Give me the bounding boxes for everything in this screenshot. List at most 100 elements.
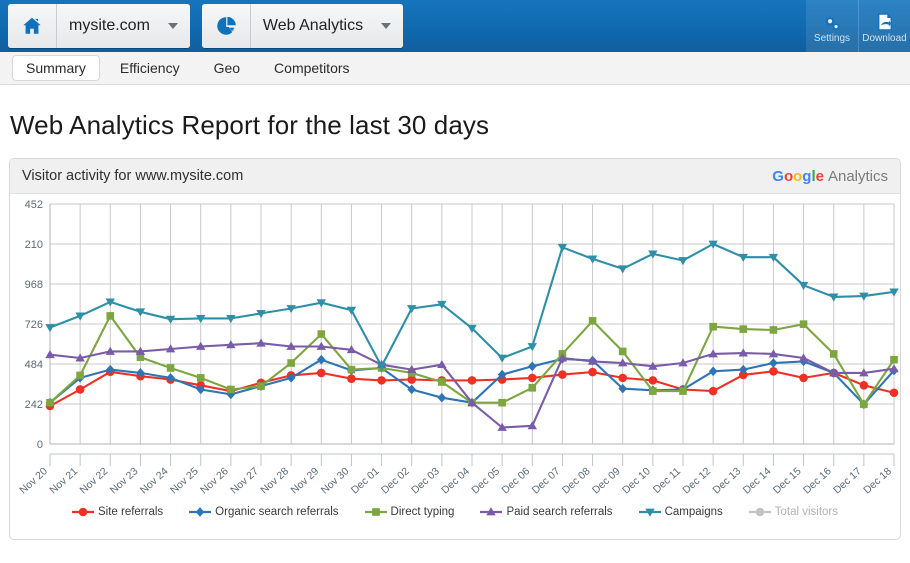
legend-item[interactable]: Total visitors xyxy=(748,506,838,518)
data-point[interactable] xyxy=(316,354,326,365)
tab-competitors[interactable]: Competitors xyxy=(260,55,363,81)
x-axis-tick-label: Dec 07 xyxy=(530,465,563,496)
data-point[interactable] xyxy=(709,322,717,331)
data-point[interactable] xyxy=(166,364,175,372)
app-name-label: Web Analytics xyxy=(250,4,374,48)
tab-geo[interactable]: Geo xyxy=(200,55,254,81)
data-point[interactable] xyxy=(678,257,688,266)
legend-label: Site referrals xyxy=(97,506,164,518)
data-point[interactable] xyxy=(739,325,748,333)
app-selector-chevron-down-icon[interactable] xyxy=(373,4,404,48)
data-point[interactable] xyxy=(106,312,115,320)
download-label: Download xyxy=(862,33,907,44)
x-axis-tick-label: Nov 25 xyxy=(168,465,201,496)
legend-item[interactable]: Direct typing xyxy=(364,506,454,518)
app-selector-chip[interactable]: Web Analytics xyxy=(201,4,404,48)
data-point[interactable] xyxy=(377,376,386,385)
data-point[interactable] xyxy=(467,376,477,385)
site-selector-chip[interactable]: mysite.com xyxy=(8,4,190,48)
logo-letter-e: e xyxy=(815,167,824,185)
x-axis-tick-label: Dec 06 xyxy=(500,465,533,496)
data-point[interactable] xyxy=(829,350,838,358)
logo-suffix: Analytics xyxy=(827,167,888,185)
y-axis-tick-label: 242 xyxy=(25,399,43,411)
data-point[interactable] xyxy=(287,359,295,367)
x-axis-tick-label: Nov 21 xyxy=(47,465,80,496)
data-point[interactable] xyxy=(890,355,898,364)
data-point[interactable] xyxy=(407,305,417,314)
x-axis-tick-label: Nov 24 xyxy=(138,465,171,496)
data-point[interactable] xyxy=(196,374,205,382)
data-point[interactable] xyxy=(799,320,808,328)
legend-item[interactable]: Organic search referrals xyxy=(189,506,339,518)
data-point[interactable] xyxy=(618,347,627,356)
data-point[interactable] xyxy=(438,378,446,386)
legend-item[interactable]: Campaigns xyxy=(638,506,723,518)
data-point[interactable] xyxy=(769,358,778,368)
x-axis-tick-label: Nov 28 xyxy=(258,465,291,496)
data-point[interactable] xyxy=(527,373,537,383)
data-point[interactable] xyxy=(860,400,868,409)
logo-letter-g1: G xyxy=(772,167,784,185)
y-axis-tick-label: 452 xyxy=(25,199,43,211)
chart-legend: Site referrals Organic search referrals Di… xyxy=(10,504,900,518)
data-point[interactable] xyxy=(346,306,357,315)
site-selector-chevron-down-icon[interactable] xyxy=(159,4,190,48)
data-point[interactable] xyxy=(859,381,869,390)
data-point[interactable] xyxy=(527,361,537,372)
legend-label: Paid search referrals xyxy=(506,506,613,518)
data-point[interactable] xyxy=(75,385,85,394)
gears-icon xyxy=(825,16,840,31)
plot-area: 452 210 968 726 484 242 0 Nov 20 Nov 21 Nov 22 Nov… xyxy=(10,194,900,504)
download-button[interactable]: Download xyxy=(858,0,910,52)
data-point[interactable] xyxy=(316,368,326,378)
data-point[interactable] xyxy=(498,398,506,407)
data-point[interactable] xyxy=(588,317,597,325)
data-point[interactable] xyxy=(347,374,356,384)
download-document-icon xyxy=(877,13,892,31)
data-point[interactable] xyxy=(76,371,84,380)
y-axis-tick-label: 726 xyxy=(25,319,43,331)
tab-summary[interactable]: Summary xyxy=(12,55,100,81)
pie-chart-icon[interactable] xyxy=(201,4,251,48)
x-axis-tick-label: Nov 27 xyxy=(228,465,261,496)
x-axis-tick-label: Nov 20 xyxy=(17,465,50,496)
settings-label: Settings xyxy=(813,33,851,44)
data-point[interactable] xyxy=(588,367,597,377)
legend-item[interactable]: Paid search referrals xyxy=(480,506,613,518)
data-point[interactable] xyxy=(679,387,687,395)
data-point[interactable] xyxy=(708,366,718,377)
y-axis-tick-label: 210 xyxy=(25,239,43,251)
x-axis-tick-label: Dec 13 xyxy=(711,465,744,496)
data-point[interactable] xyxy=(497,354,507,363)
data-point[interactable] xyxy=(437,392,447,403)
data-point[interactable] xyxy=(528,384,537,392)
data-point[interactable] xyxy=(649,387,657,395)
data-point[interactable] xyxy=(708,386,718,396)
tab-efficiency[interactable]: Efficiency xyxy=(106,55,194,81)
x-axis-tick-label: Dec 16 xyxy=(801,465,834,496)
data-point[interactable] xyxy=(317,330,326,338)
data-point[interactable] xyxy=(799,373,808,383)
legend-item[interactable]: Site referrals xyxy=(71,506,164,518)
data-point[interactable] xyxy=(618,373,628,383)
data-point[interactable] xyxy=(769,366,778,376)
data-point[interactable] xyxy=(558,370,567,379)
data-point[interactable] xyxy=(257,382,265,390)
x-axis-tick-label: Dec 14 xyxy=(741,465,774,496)
data-point[interactable] xyxy=(889,388,899,398)
home-icon[interactable] xyxy=(8,4,57,48)
data-point[interactable] xyxy=(618,265,628,274)
settings-button[interactable]: Settings xyxy=(806,0,858,52)
data-point[interactable] xyxy=(45,324,55,333)
line-chart[interactable]: 4522109687264842420Nov 20Nov 21Nov 22Nov… xyxy=(10,194,900,504)
data-point[interactable] xyxy=(227,385,235,394)
data-point[interactable] xyxy=(769,326,778,334)
x-axis-tick-label: Dec 08 xyxy=(560,465,593,496)
data-point[interactable] xyxy=(648,376,658,385)
data-point[interactable] xyxy=(46,398,54,407)
x-axis-tick-label: Nov 22 xyxy=(78,465,111,496)
legend-marker-icon xyxy=(364,508,387,516)
x-axis-tick-label: Dec 11 xyxy=(651,465,683,496)
data-point[interactable] xyxy=(347,365,356,374)
